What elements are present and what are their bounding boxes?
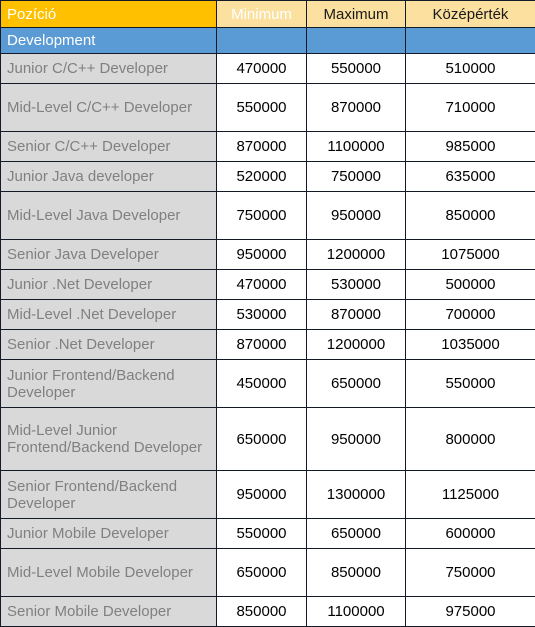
cell-minimum: 870000: [217, 132, 307, 162]
cell-position: Senior Java Developer: [1, 240, 217, 270]
cell-position: Senior C/C++ Developer: [1, 132, 217, 162]
cell-maximum: 550000: [307, 54, 406, 84]
cell-maximum: 950000: [307, 408, 406, 471]
cell-maximum: 1200000: [307, 330, 406, 360]
cell-maximum: 750000: [307, 162, 406, 192]
group-row-development: Development: [1, 28, 535, 54]
cell-minimum: 650000: [217, 549, 307, 597]
cell-median: 1035000: [406, 330, 535, 360]
cell-position: Mid-Level Java Developer: [1, 192, 217, 240]
column-header-position: Pozíció: [1, 1, 217, 28]
group-row-minimum-blank: [217, 28, 307, 54]
table-row: Junior Java developer520000750000635000: [1, 162, 535, 192]
cell-position: Senior Mobile Developer: [1, 597, 217, 627]
table-row: Junior .Net Developer470000530000500000: [1, 270, 535, 300]
cell-median: 710000: [406, 84, 535, 132]
cell-median: 550000: [406, 360, 535, 408]
salary-table-body: Pozíció Minimum Maximum Középérték Devel…: [1, 1, 535, 627]
cell-minimum: 550000: [217, 84, 307, 132]
cell-maximum: 650000: [307, 519, 406, 549]
group-row-maximum-blank: [307, 28, 406, 54]
cell-position: Junior C/C++ Developer: [1, 54, 217, 84]
column-header-median: Középérték: [406, 1, 535, 28]
cell-minimum: 850000: [217, 597, 307, 627]
cell-median: 800000: [406, 408, 535, 471]
cell-minimum: 870000: [217, 330, 307, 360]
cell-minimum: 650000: [217, 408, 307, 471]
cell-position: Senior Frontend/Backend Developer: [1, 471, 217, 519]
group-row-median-blank: [406, 28, 535, 54]
table-row: Mid-Level Java Developer7500009500008500…: [1, 192, 535, 240]
table-row: Mid-Level C/C++ Developer550000870000710…: [1, 84, 535, 132]
cell-position: Mid-Level C/C++ Developer: [1, 84, 217, 132]
cell-maximum: 950000: [307, 192, 406, 240]
cell-minimum: 530000: [217, 300, 307, 330]
cell-position: Senior .Net Developer: [1, 330, 217, 360]
cell-minimum: 520000: [217, 162, 307, 192]
cell-minimum: 470000: [217, 54, 307, 84]
cell-minimum: 950000: [217, 471, 307, 519]
salary-table: Pozíció Minimum Maximum Középérték Devel…: [0, 0, 535, 627]
table-row: Mid-Level Junior Frontend/Backend Develo…: [1, 408, 535, 471]
table-row: Junior C/C++ Developer470000550000510000: [1, 54, 535, 84]
cell-maximum: 870000: [307, 300, 406, 330]
cell-maximum: 1100000: [307, 597, 406, 627]
group-row-label: Development: [1, 28, 217, 54]
cell-median: 510000: [406, 54, 535, 84]
table-row: Mid-Level Mobile Developer65000085000075…: [1, 549, 535, 597]
cell-median: 500000: [406, 270, 535, 300]
table-row: Senior Frontend/Backend Developer9500001…: [1, 471, 535, 519]
cell-median: 1125000: [406, 471, 535, 519]
table-header-row: Pozíció Minimum Maximum Középérték: [1, 1, 535, 28]
cell-maximum: 870000: [307, 84, 406, 132]
column-header-maximum: Maximum: [307, 1, 406, 28]
cell-minimum: 470000: [217, 270, 307, 300]
cell-maximum: 1100000: [307, 132, 406, 162]
cell-position: Junior Frontend/Backend Developer: [1, 360, 217, 408]
cell-maximum: 530000: [307, 270, 406, 300]
cell-position: Mid-Level .Net Developer: [1, 300, 217, 330]
cell-median: 1075000: [406, 240, 535, 270]
cell-maximum: 650000: [307, 360, 406, 408]
cell-median: 700000: [406, 300, 535, 330]
table-row: Senior C/C++ Developer870000110000098500…: [1, 132, 535, 162]
cell-maximum: 1300000: [307, 471, 406, 519]
cell-position: Mid-Level Mobile Developer: [1, 549, 217, 597]
cell-median: 635000: [406, 162, 535, 192]
cell-minimum: 550000: [217, 519, 307, 549]
cell-position: Junior Mobile Developer: [1, 519, 217, 549]
table-row: Junior Frontend/Backend Developer4500006…: [1, 360, 535, 408]
cell-minimum: 450000: [217, 360, 307, 408]
cell-maximum: 1200000: [307, 240, 406, 270]
cell-maximum: 850000: [307, 549, 406, 597]
cell-median: 750000: [406, 549, 535, 597]
cell-position: Junior .Net Developer: [1, 270, 217, 300]
cell-median: 985000: [406, 132, 535, 162]
table-row: Mid-Level .Net Developer5300008700007000…: [1, 300, 535, 330]
cell-position: Mid-Level Junior Frontend/Backend Develo…: [1, 408, 217, 471]
table-row: Senior .Net Developer8700001200000103500…: [1, 330, 535, 360]
column-header-minimum: Minimum: [217, 1, 307, 28]
table-row: Junior Mobile Developer55000065000060000…: [1, 519, 535, 549]
cell-median: 850000: [406, 192, 535, 240]
cell-median: 975000: [406, 597, 535, 627]
cell-minimum: 750000: [217, 192, 307, 240]
cell-median: 600000: [406, 519, 535, 549]
table-row: Senior Java Developer9500001200000107500…: [1, 240, 535, 270]
table-row: Senior Mobile Developer85000011000009750…: [1, 597, 535, 627]
cell-position: Junior Java developer: [1, 162, 217, 192]
cell-minimum: 950000: [217, 240, 307, 270]
